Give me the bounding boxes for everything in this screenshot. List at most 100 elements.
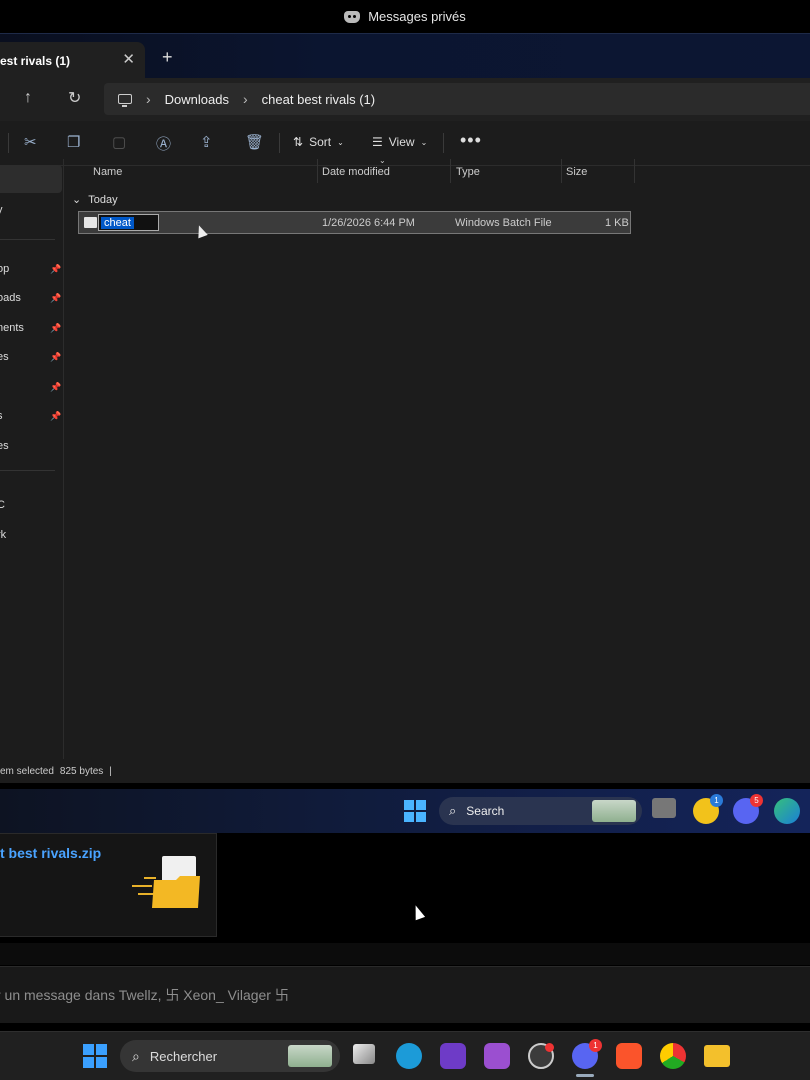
status-bar: em selected 825 bytes | — [0, 760, 810, 782]
file-size: 1 KB — [605, 217, 629, 229]
brave-browser-icon[interactable] — [616, 1043, 642, 1069]
discord-icon[interactable]: 1 — [572, 1039, 602, 1069]
chrome-icon[interactable] — [660, 1043, 686, 1069]
cut-icon[interactable]: ✂ — [24, 133, 37, 151]
sidebar-item-desktop[interactable]: op — [0, 263, 50, 275]
zip-folder-icon — [132, 856, 200, 908]
taskbar-search-box[interactable]: ⌕ Rechercher — [120, 1040, 340, 1072]
sidebar-item-videos[interactable]: s — [0, 410, 50, 422]
batch-file-icon — [84, 217, 97, 228]
pin-icon: 📌 — [50, 352, 62, 362]
column-divider[interactable] — [450, 159, 451, 183]
windows-start-icon[interactable] — [83, 1044, 107, 1068]
sidebar-item-documents[interactable]: nents — [0, 322, 50, 334]
task-view-icon[interactable] — [652, 798, 676, 818]
sidebar-selected-item[interactable] — [0, 165, 62, 193]
window-title: Messages privés — [368, 9, 466, 24]
address-bar[interactable]: › Downloads › cheat best rivals (1) — [104, 83, 810, 115]
column-divider[interactable] — [561, 159, 562, 183]
edge-browser-icon[interactable] — [774, 798, 800, 824]
sidebar-item-downloads[interactable]: oads — [0, 292, 50, 304]
search-icon: ⌕ — [132, 1047, 140, 1064]
task-view-icon[interactable] — [353, 1044, 375, 1064]
message-input[interactable]: r un message dans Twellz, 卐 Xeon_ Vilage… — [0, 966, 810, 1023]
shared-screen-taskbar: ⌕ Search 1 5 — [0, 789, 810, 833]
search-box[interactable]: ⌕ Search — [439, 797, 642, 825]
separator-band — [0, 943, 810, 965]
rename-field[interactable]: cheat — [98, 214, 159, 231]
sidebar-item-this-pc[interactable]: C — [0, 499, 50, 511]
share-icon[interactable]: ⇪ — [200, 133, 213, 151]
copy-icon[interactable]: ❐ — [67, 133, 80, 151]
sidebar-item-network[interactable]: rk — [0, 529, 50, 541]
window-title-bar: Messages privés — [0, 0, 810, 33]
column-divider[interactable] — [317, 159, 318, 183]
tab-bar: est rivals (1) ✕ + — [0, 33, 810, 79]
windows-start-icon[interactable] — [404, 800, 426, 822]
app-icon-purple[interactable] — [484, 1043, 510, 1069]
sidebar-item-pictures[interactable]: es — [0, 351, 50, 363]
chevron-down-icon: ⌄ — [337, 137, 344, 147]
chat-app-icon[interactable]: 1 — [693, 794, 723, 824]
discord-icon — [344, 10, 361, 23]
sidebar-divider — [0, 470, 55, 471]
group-header-today[interactable]: ⌄ Today — [72, 193, 118, 206]
tab-cheat-best-rivals[interactable]: est rivals (1) ✕ — [0, 42, 145, 79]
visual-studio-icon[interactable] — [440, 1043, 466, 1069]
close-tab-icon[interactable]: ✕ — [122, 50, 135, 68]
taskbar-search-label: Rechercher — [149, 1048, 218, 1064]
search-highlight-image — [592, 800, 636, 822]
sort-button[interactable]: ⇅ Sort ⌄ — [293, 135, 344, 149]
tab-label: est rivals (1) — [0, 53, 71, 68]
pin-icon: 📌 — [50, 323, 62, 333]
up-arrow-icon[interactable]: ↑ — [24, 89, 32, 107]
view-icon: ☰ — [372, 135, 383, 149]
rename-icon[interactable]: Ⓐ — [156, 133, 171, 154]
chevron-right-icon[interactable]: › — [146, 91, 151, 107]
column-header-size[interactable]: Size — [566, 166, 587, 178]
sort-icon: ⇅ — [293, 135, 304, 149]
chevron-right-icon[interactable]: › — [243, 91, 248, 107]
pin-icon: 📌 — [50, 293, 62, 303]
column-header-name[interactable]: Name — [93, 166, 122, 178]
column-divider[interactable] — [634, 159, 635, 183]
view-label: View — [388, 135, 415, 149]
app-icon-blue[interactable] — [396, 1043, 422, 1069]
search-label: Search — [466, 804, 505, 818]
delete-icon[interactable]: 🗑 — [245, 133, 264, 151]
chevron-down-icon: ⌄ — [420, 137, 428, 147]
pin-icon: 📌 — [50, 264, 62, 274]
this-pc-icon[interactable] — [118, 94, 132, 107]
windows-taskbar: ⌕ Rechercher 1 — [0, 1031, 810, 1080]
file-explorer-icon[interactable] — [704, 1045, 730, 1067]
file-type: Windows Batch File — [455, 217, 552, 229]
breadcrumb-current-folder[interactable]: cheat best rivals (1) — [262, 92, 375, 107]
breadcrumb-downloads[interactable]: Downloads — [165, 92, 229, 107]
attachment-card[interactable]: t best rivals.zip — [0, 833, 217, 937]
message-placeholder[interactable]: r un message dans Twellz, 卐 Xeon_ Vilage… — [0, 985, 289, 1005]
sort-indicator-icon: ⌄ — [379, 156, 386, 165]
paste-icon[interactable]: ▢ — [112, 133, 126, 151]
obs-icon[interactable] — [528, 1043, 554, 1069]
sidebar-item[interactable]: es — [0, 440, 50, 452]
chevron-down-icon: ⌄ — [72, 194, 82, 206]
search-highlight-image — [288, 1045, 332, 1067]
file-date: 1/26/2026 6:44 PM — [322, 217, 415, 229]
pin-icon: 📌 — [50, 411, 62, 421]
sidebar-divider — [0, 239, 55, 240]
navigation-bar: ↑ ↻ › Downloads › cheat best rivals (1) — [0, 78, 810, 121]
divider — [279, 133, 280, 153]
file-name[interactable]: cheat — [101, 217, 134, 229]
refresh-icon[interactable]: ↻ — [68, 88, 81, 108]
new-tab-icon[interactable]: + — [162, 47, 173, 68]
status-selection: em selected — [0, 765, 54, 777]
sidebar-item[interactable]: y — [0, 204, 50, 216]
attachment-filename[interactable]: t best rivals.zip — [0, 845, 101, 861]
discord-icon[interactable]: 5 — [733, 794, 763, 824]
sort-label: Sort — [309, 135, 332, 149]
view-button[interactable]: ☰ View ⌄ — [372, 135, 427, 149]
column-header-date-modified[interactable]: Date modified — [322, 166, 390, 178]
column-header-type[interactable]: Type — [456, 166, 480, 178]
more-options-icon[interactable]: ••• — [460, 130, 482, 151]
file-row[interactable]: cheat 1/26/2026 6:44 PM Windows Batch Fi… — [78, 211, 631, 234]
